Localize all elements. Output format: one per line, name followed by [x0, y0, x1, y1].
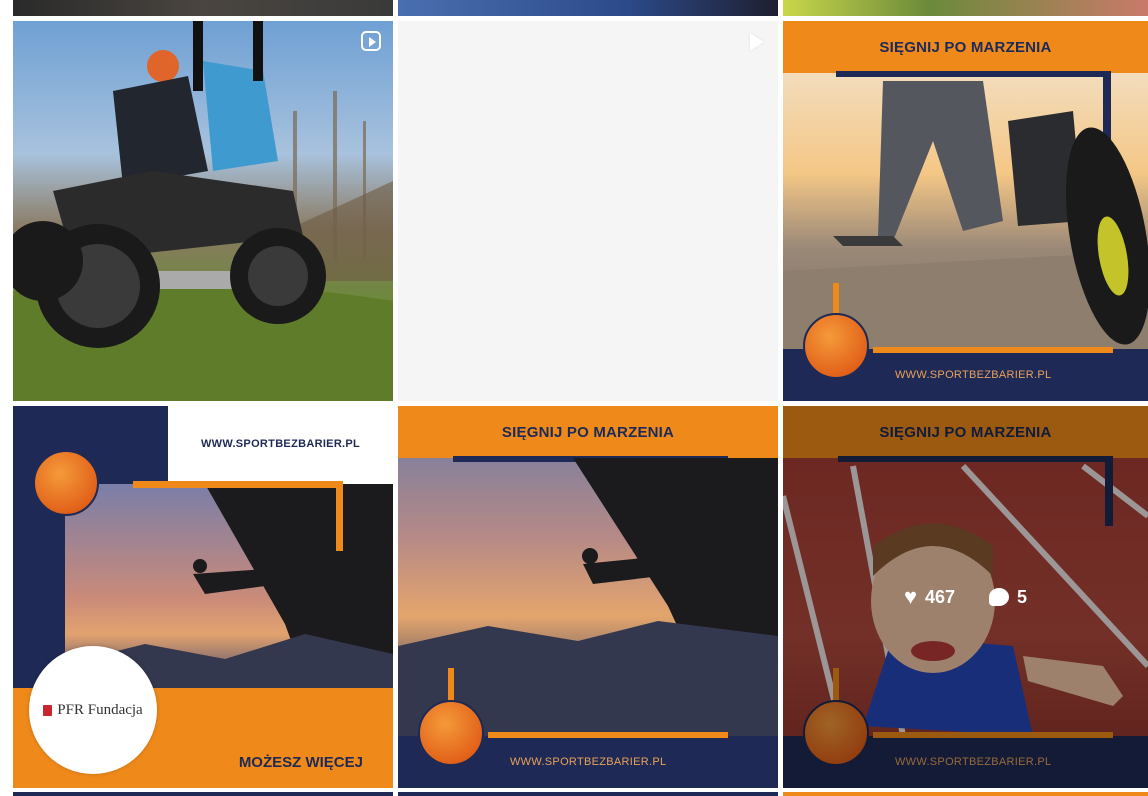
post-climber-banner[interactable]: SIĘGNIJ PO MARZENIA WWW.SPORTBEZBARIER.P…	[398, 406, 778, 788]
post-girl-track[interactable]: SIĘGNIJ PO MARZENIA WWW.SPORTBEZBARIER.P…	[783, 406, 1148, 788]
website-url: WWW.SPORTBEZBARIER.PL	[201, 438, 361, 450]
partner-logo-circle: PFR Fundacja	[29, 646, 157, 774]
like-count: 467	[925, 586, 956, 607]
heart-icon: ♥	[903, 584, 917, 609]
website-url: WWW.SPORTBEZBARIER.PL	[895, 369, 1052, 381]
post-stats: ♥ 467 5	[783, 586, 1148, 608]
tagline: MOŻESZ WIĘCEJ	[238, 754, 363, 771]
wheelchair-athlete-logo	[803, 313, 869, 379]
wheelchair-athlete-logo	[418, 700, 484, 766]
partial-post-bottom-2[interactable]	[398, 792, 778, 796]
comment-icon	[989, 588, 1010, 606]
partial-post-top-1[interactable]	[13, 0, 393, 16]
comment-count: 5	[1017, 586, 1028, 607]
partial-post-bottom-1[interactable]	[13, 792, 393, 796]
partner-name: PFR Fundacja	[57, 701, 143, 718]
post-runner-prosthesis[interactable]: SIĘGNIJ PO MARZENIA WWW.SPORTBEZBARIER.P…	[783, 21, 1148, 401]
play-icon	[750, 33, 764, 51]
partial-post-top-2[interactable]	[398, 0, 778, 16]
pfr-icon	[43, 704, 53, 716]
post-blank-video[interactable]	[398, 21, 778, 401]
post-wheelchair-offroad[interactable]	[13, 21, 393, 401]
reel-icon	[361, 31, 381, 51]
partial-post-top-3[interactable]	[783, 0, 1148, 16]
website-url: WWW.SPORTBEZBARIER.PL	[510, 756, 667, 768]
partial-post-bottom-3[interactable]	[783, 792, 1148, 796]
wheelchair-athlete-logo	[33, 450, 99, 516]
profile-post-grid: SIĘGNIJ PO MARZENIA WWW.SPORTBEZBARIER.P…	[0, 0, 1148, 796]
post-climber-pfr[interactable]: WWW.SPORTBEZBARIER.PL PFR Fundacja MOŻES…	[13, 406, 393, 788]
wheelchair-photo	[13, 21, 393, 401]
